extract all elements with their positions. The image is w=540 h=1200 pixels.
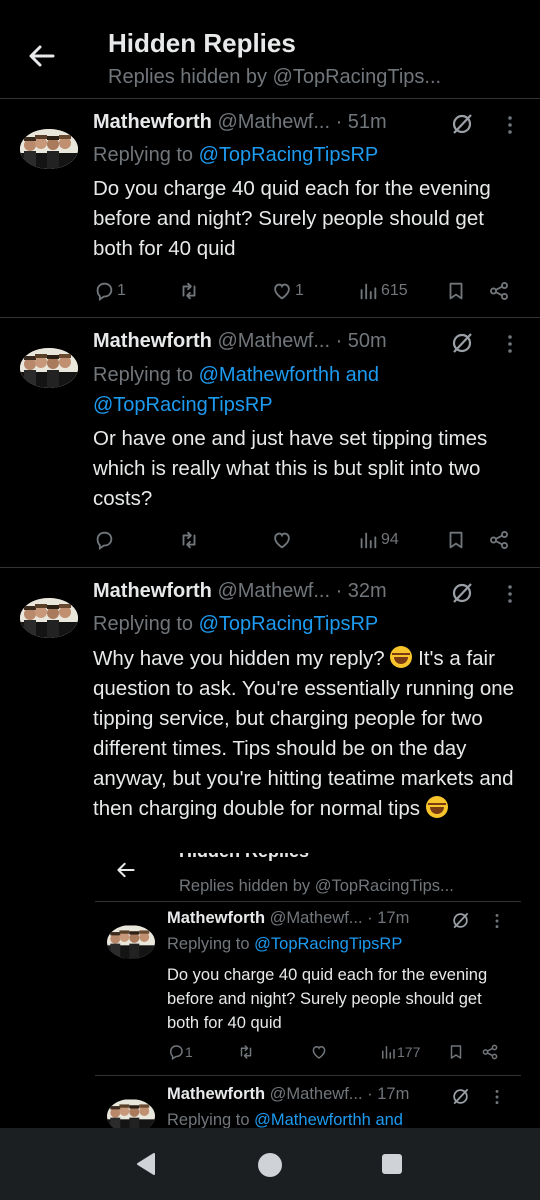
- tweet-text: Or have one and just have set tipping ti…: [93, 427, 488, 510]
- tweet-text: Do you charge 40 quid each for the eveni…: [93, 177, 491, 260]
- more-vertical-icon: [489, 911, 505, 931]
- replying-to: Replying to @TopRacingTipsRP: [93, 613, 379, 635]
- hidden-reply-icon: [451, 1087, 470, 1106]
- more-vertical-icon[interactable]: [500, 332, 520, 356]
- reply-button[interactable]: [93, 527, 117, 553]
- mention-link[interactable]: @TopRacingTipsRP: [199, 613, 379, 635]
- author-handle: @Mathewf...: [217, 111, 331, 133]
- more-vertical-icon[interactable]: [500, 582, 520, 606]
- author-name[interactable]: Mathewforth: [93, 111, 212, 133]
- views-button[interactable]: 615: [357, 278, 408, 304]
- tweet-actions: 94: [93, 527, 523, 553]
- views-icon: [357, 280, 379, 302]
- tweet-text: Why have you hidden my reply? It's a fai…: [93, 646, 515, 820]
- heart-icon: [271, 529, 293, 551]
- more-vertical-icon[interactable]: [500, 113, 520, 137]
- top-bar: Hidden Replies Replies hidden by @TopRac…: [0, 0, 540, 99]
- system-nav-bar: [0, 1128, 540, 1200]
- reply-button[interactable]: 1: [93, 278, 126, 304]
- author-name[interactable]: Mathewforth: [93, 330, 212, 352]
- heart-icon: [271, 280, 293, 302]
- hidden-reply-icon[interactable]: [450, 331, 474, 355]
- author-handle: @Mathewf...: [217, 580, 331, 602]
- tweet-time: · 50m: [335, 330, 387, 352]
- share-button[interactable]: [488, 278, 510, 304]
- nav-recents-icon[interactable]: [381, 1153, 403, 1175]
- nav-back-icon[interactable]: [134, 1152, 158, 1176]
- share-icon: [488, 529, 510, 551]
- views-icon: [357, 529, 379, 551]
- reply-icon: [93, 529, 115, 551]
- heart-icon: [310, 1043, 328, 1061]
- author-handle: @Mathewf...: [217, 330, 331, 352]
- hidden-reply-icon[interactable]: [450, 112, 474, 136]
- bookmark-button[interactable]: [445, 527, 467, 553]
- views-icon: [379, 1043, 397, 1061]
- avatar[interactable]: [20, 129, 78, 169]
- hidden-reply-icon: [451, 911, 470, 930]
- reply-icon: [93, 280, 115, 302]
- replying-to: Replying to @Mathewforthh and @TopRacing…: [93, 364, 380, 416]
- more-vertical-icon: [489, 1087, 505, 1107]
- mention-link[interactable]: @TopRacingTipsRP: [199, 144, 379, 166]
- retweet-button[interactable]: [178, 527, 202, 553]
- mention-link[interactable]: @Mathewforthh and: [199, 364, 379, 386]
- screenshot-tweet-text: Do you charge 40 quid each for the eveni…: [167, 966, 488, 1032]
- page-title: Hidden Replies: [108, 28, 296, 58]
- reply-icon: [167, 1043, 185, 1061]
- bookmark-icon: [445, 529, 467, 551]
- views-button[interactable]: 94: [357, 527, 399, 553]
- hidden-reply-tweet[interactable]: Mathewforth @Mathewf... · 50m Replying t…: [0, 318, 540, 568]
- arrow-left-icon: [117, 862, 135, 878]
- tweet-actions: 1 1 615: [93, 278, 523, 304]
- avatar[interactable]: [20, 348, 78, 388]
- laughing-emoji-icon: [425, 796, 448, 818]
- share-icon: [481, 1043, 499, 1061]
- like-button[interactable]: [271, 527, 295, 553]
- page-subtitle: Replies hidden by @TopRacingTips...: [108, 66, 442, 88]
- share-icon: [488, 280, 510, 302]
- retweet-button[interactable]: [178, 278, 202, 304]
- laughing-emoji-icon: [390, 646, 413, 668]
- bookmark-icon: [445, 280, 467, 302]
- replying-to: Replying to @TopRacingTipsRP: [93, 144, 379, 166]
- tweet-time: · 51m: [335, 111, 387, 133]
- hidden-reply-tweet[interactable]: Mathewforth @Mathewf... · 51m Replying t…: [0, 99, 540, 318]
- bookmark-button[interactable]: [445, 278, 467, 304]
- retweet-icon: [237, 1043, 255, 1061]
- like-button[interactable]: 1: [271, 278, 304, 304]
- share-button[interactable]: [488, 527, 510, 553]
- screenshot-title: Hidden Replies: [179, 853, 309, 862]
- retweet-icon: [178, 529, 200, 551]
- hidden-reply-icon[interactable]: [450, 581, 474, 605]
- avatar: [107, 1099, 155, 1128]
- mention-link[interactable]: @TopRacingTipsRP: [93, 394, 273, 416]
- tweet-time: · 32m: [335, 580, 387, 602]
- author-name[interactable]: Mathewforth: [93, 580, 212, 602]
- nav-home-icon[interactable]: [257, 1152, 283, 1178]
- arrow-left-icon[interactable]: [26, 40, 58, 72]
- retweet-icon: [178, 280, 200, 302]
- screenshot-subtitle: Replies hidden by @TopRacingTips...: [179, 877, 454, 895]
- attached-screenshot[interactable]: Hidden Replies Replies hidden by @TopRac…: [95, 853, 525, 1128]
- avatar: [107, 925, 155, 959]
- bookmark-icon: [447, 1043, 465, 1061]
- avatar[interactable]: [20, 598, 78, 638]
